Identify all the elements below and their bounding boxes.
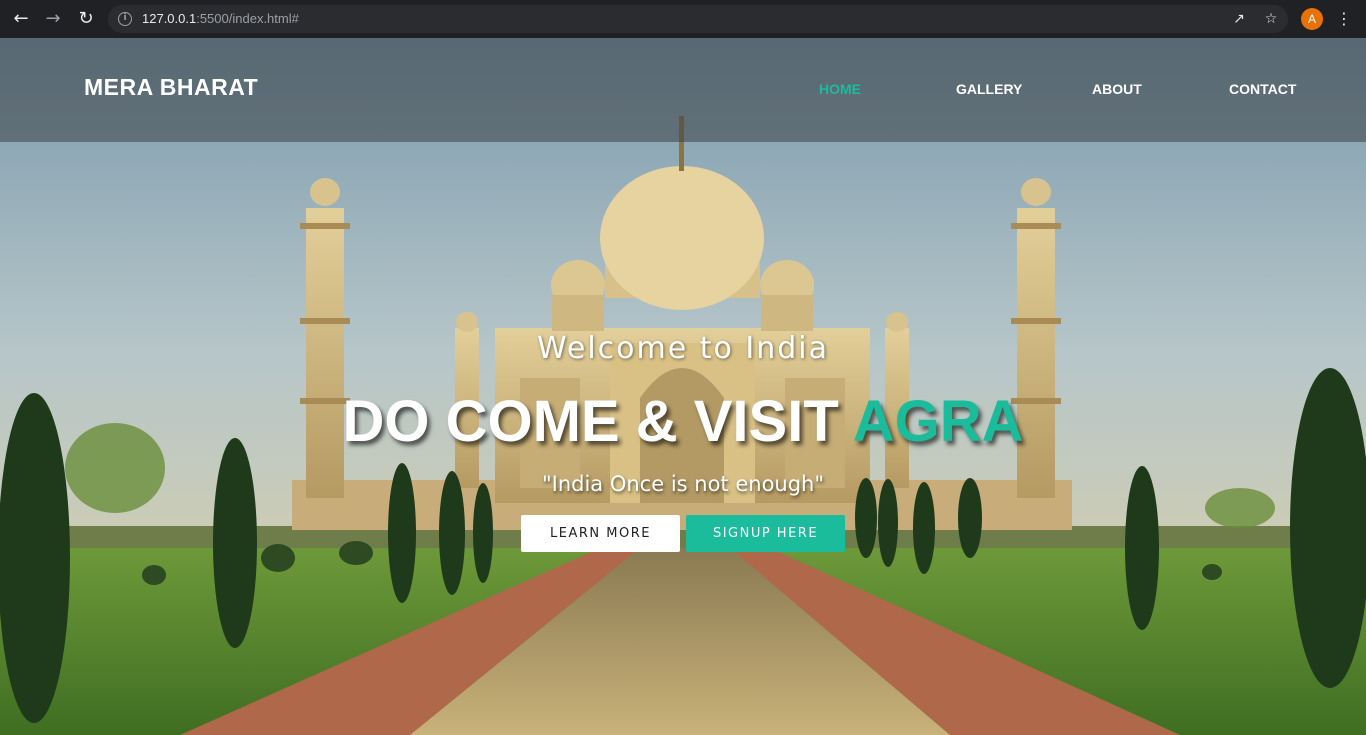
- url-text: 127.0.0.1:5500/index.html#: [142, 11, 299, 26]
- nav-about-link[interactable]: ABOUT: [1092, 81, 1142, 97]
- browser-toolbar: ← → ↻ i 127.0.0.1:5500/index.html# ↗ ☆ A…: [0, 0, 1366, 38]
- headline-accent: AGRA: [852, 389, 1024, 454]
- hero-welcome-text: Welcome to India: [536, 331, 830, 366]
- page-viewport: MERA BHARAT HOME GALLERY ABOUT CONTACT W…: [0, 38, 1366, 735]
- forward-icon[interactable]: →: [40, 7, 66, 31]
- nav-gallery-link[interactable]: GALLERY: [956, 81, 1022, 97]
- share-icon[interactable]: ↗: [1230, 10, 1248, 28]
- site-navbar: MERA BHARAT HOME GALLERY ABOUT CONTACT: [0, 38, 1366, 142]
- address-bar[interactable]: i 127.0.0.1:5500/index.html# ↗ ☆: [108, 5, 1288, 33]
- menu-icon[interactable]: ⋮: [1336, 7, 1352, 31]
- hero-tagline: "India Once is not enough": [541, 472, 825, 496]
- star-icon[interactable]: ☆: [1262, 10, 1280, 28]
- reload-icon[interactable]: ↻: [73, 7, 99, 31]
- headline-main: DO COME & VISIT: [342, 389, 853, 454]
- back-icon[interactable]: ←: [8, 7, 34, 31]
- profile-avatar[interactable]: A: [1301, 8, 1323, 30]
- site-brand[interactable]: MERA BHARAT: [84, 74, 258, 101]
- signup-button[interactable]: SIGNUP HERE: [686, 515, 845, 552]
- nav-home-link[interactable]: HOME: [819, 81, 861, 97]
- nav-contact-link[interactable]: CONTACT: [1229, 81, 1296, 97]
- hero-headline: DO COME & VISIT AGRA: [0, 388, 1366, 455]
- learn-more-button[interactable]: LEARN MORE: [521, 515, 680, 552]
- hero-background-image: [0, 38, 1366, 735]
- info-icon[interactable]: i: [118, 12, 132, 26]
